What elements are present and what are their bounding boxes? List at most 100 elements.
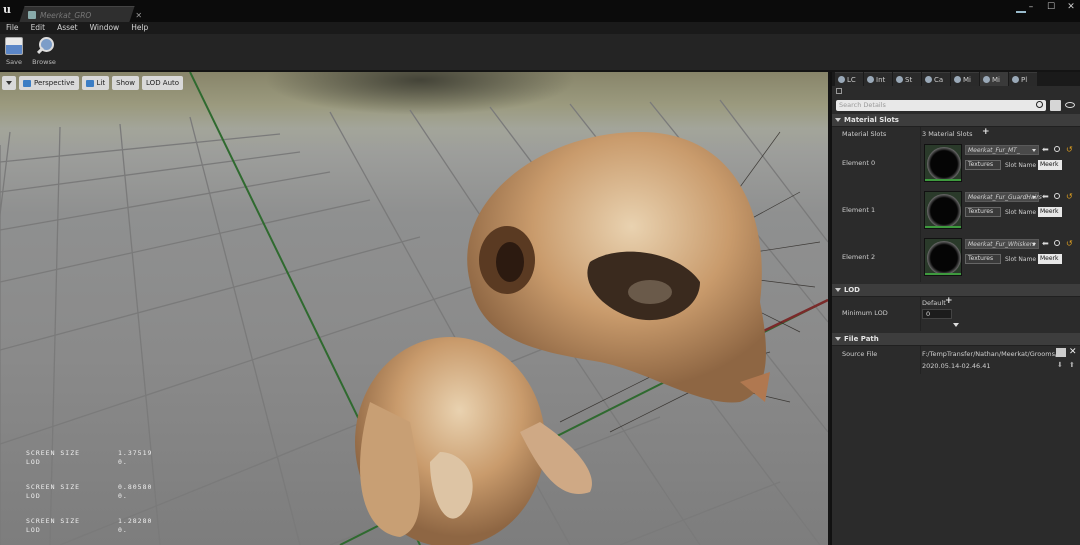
add-slot-icon[interactable]: + xyxy=(982,127,990,137)
textures-dropdown[interactable]: Textures xyxy=(965,254,1001,264)
title-bar: u Meerkat_GRO ✕ – ☐ ✕ xyxy=(0,0,1080,22)
tab-materials[interactable]: Mi xyxy=(980,72,1008,86)
reimport-down-icon[interactable]: ⬇ xyxy=(1057,361,1063,369)
perspective-button[interactable]: Perspective xyxy=(19,76,79,90)
meerkat-groom-preview xyxy=(355,131,821,545)
material-thumbnail[interactable] xyxy=(924,238,962,276)
minimize-button[interactable]: – xyxy=(1026,2,1036,12)
close-tab-icon[interactable]: ✕ xyxy=(135,11,142,20)
close-window-button[interactable]: ✕ xyxy=(1066,2,1076,12)
tab-interpolation[interactable]: Int xyxy=(864,72,892,86)
material-thumbnail[interactable] xyxy=(924,191,962,229)
lit-button[interactable]: Lit xyxy=(81,76,110,90)
unreal-logo-icon[interactable]: u xyxy=(3,3,15,17)
tab-cards[interactable]: Ca xyxy=(922,72,950,86)
viewport[interactable]: Perspective Lit Show LOD Auto SCREEN SIZ… xyxy=(0,72,828,545)
use-selected-icon[interactable]: ⬅ xyxy=(1042,240,1050,248)
lod-section[interactable]: LOD xyxy=(832,284,1080,297)
stat-label: LOD xyxy=(26,526,41,534)
slot-name-field[interactable]: Meerk xyxy=(1038,254,1062,264)
search-details-input[interactable]: Search Details xyxy=(836,99,1046,111)
slot-name-label: Slot Name xyxy=(1005,256,1037,263)
viewport-options-button[interactable] xyxy=(2,76,16,90)
stat-label: LOD xyxy=(26,492,41,500)
tab-label: Mi xyxy=(992,75,1000,84)
material-picker[interactable]: Meerkat_Fur_MT_ xyxy=(965,145,1039,155)
browse-button[interactable]: Browse xyxy=(30,37,58,66)
tab-label: Ca xyxy=(934,75,944,84)
collapse-arrow-icon xyxy=(835,288,841,292)
menu-window[interactable]: Window xyxy=(84,22,126,34)
material-picker[interactable]: Meerkat_Fur_GuardHairs xyxy=(965,192,1042,202)
add-override-icon[interactable]: + xyxy=(945,296,953,306)
lit-mode-icon xyxy=(85,79,94,87)
menu-help[interactable]: Help xyxy=(125,22,154,34)
open-folder-icon[interactable] xyxy=(1056,348,1066,357)
material-slots-section[interactable]: Material Slots xyxy=(832,114,1080,127)
reset-icon[interactable]: ↺ xyxy=(1066,193,1074,201)
tab-physics[interactable]: Pl xyxy=(1009,72,1037,86)
globe-icon xyxy=(896,76,903,83)
panel-tab-bar: LC Int St Ca Mi Mi Pl xyxy=(832,72,1080,86)
expand-arrow-icon[interactable] xyxy=(953,323,959,327)
show-button[interactable]: Show xyxy=(112,76,140,90)
eye-icon[interactable] xyxy=(1065,102,1075,108)
clear-icon[interactable]: ✕ xyxy=(1069,347,1077,357)
browse-asset-icon[interactable] xyxy=(1054,240,1060,246)
stat-label: SCREEN SIZE xyxy=(26,449,81,457)
tab-meshes[interactable]: Mi xyxy=(951,72,979,86)
slot-name-field[interactable]: Meerk xyxy=(1038,207,1062,217)
stat-label: SCREEN SIZE xyxy=(26,483,81,491)
source-file-row: Source File F:/TempTransfer/Nathan/Meerk… xyxy=(832,346,1080,374)
save-button[interactable]: Save xyxy=(0,37,28,66)
menu-file[interactable]: File xyxy=(0,22,25,34)
use-selected-icon[interactable]: ⬅ xyxy=(1042,193,1050,201)
tab-label: Int xyxy=(876,75,886,84)
show-label: Show xyxy=(116,79,136,87)
viewport-stats-2: SCREEN SIZE 1.28280 LOD 0. xyxy=(26,517,151,535)
globe-icon xyxy=(838,76,845,83)
tab-label: Mi xyxy=(963,75,971,84)
reset-icon[interactable]: ↺ xyxy=(1066,240,1074,248)
element-name: Element 0 xyxy=(842,159,876,167)
file-path-section[interactable]: File Path xyxy=(832,333,1080,346)
stat-value: 0. xyxy=(118,526,128,534)
stat-value: 1.28280 xyxy=(118,517,153,525)
slot-name-field[interactable]: Meerk xyxy=(1038,160,1062,170)
material-thumbnail[interactable] xyxy=(924,144,962,182)
menu-asset[interactable]: Asset xyxy=(51,22,84,34)
lod-auto-label: LOD Auto xyxy=(146,79,180,87)
section-title: Material Slots xyxy=(844,116,899,124)
lock-icon[interactable] xyxy=(836,88,842,94)
textures-dropdown[interactable]: Textures xyxy=(965,207,1001,217)
reimport-up-icon[interactable]: ⬆ xyxy=(1069,361,1075,369)
view-options-icon[interactable] xyxy=(1050,99,1061,111)
minimum-lod-row: Minimum LOD Default + 0 xyxy=(832,296,1080,331)
element-name: Element 2 xyxy=(842,253,876,261)
document-tab-label[interactable]: Meerkat_GRO xyxy=(40,11,91,20)
stat-value: 0. xyxy=(118,458,128,466)
tab-lod[interactable]: LC xyxy=(835,72,863,86)
tab-strands[interactable]: St xyxy=(893,72,921,86)
details-panel: LC Int St Ca Mi Mi Pl Search Details Mat… xyxy=(830,72,1080,545)
browse-asset-icon[interactable] xyxy=(1054,146,1060,152)
minimum-lod-field[interactable]: 0 xyxy=(922,309,952,319)
material-element-0: Element 0 Meerkat_Fur_MT_ ⬅ ↺ Textures S… xyxy=(832,141,1080,188)
source-file-path: F:/TempTransfer/Nathan/Meerkat/Grooms/V xyxy=(922,350,1062,358)
lod-auto-button[interactable]: LOD Auto xyxy=(142,76,184,90)
stat-label: LOD xyxy=(26,458,41,466)
stat-value: 0. xyxy=(118,492,128,500)
tab-label: Pl xyxy=(1021,75,1028,84)
material-picker[interactable]: Meerkat_Fur_Whiskers xyxy=(965,239,1039,249)
stat-value: 0.80580 xyxy=(118,483,153,491)
use-selected-icon[interactable]: ⬅ xyxy=(1042,146,1050,154)
maximize-button[interactable]: ☐ xyxy=(1046,2,1056,12)
textures-dropdown[interactable]: Textures xyxy=(965,160,1001,170)
globe-icon xyxy=(954,76,961,83)
camera-icon xyxy=(23,79,31,87)
browse-asset-icon[interactable] xyxy=(1054,193,1060,199)
menu-edit[interactable]: Edit xyxy=(25,22,52,34)
reset-icon[interactable]: ↺ xyxy=(1066,146,1074,154)
source-control-icon[interactable] xyxy=(1016,5,1026,13)
material-slots-row: Material Slots 3 Material Slots + xyxy=(832,127,1080,141)
